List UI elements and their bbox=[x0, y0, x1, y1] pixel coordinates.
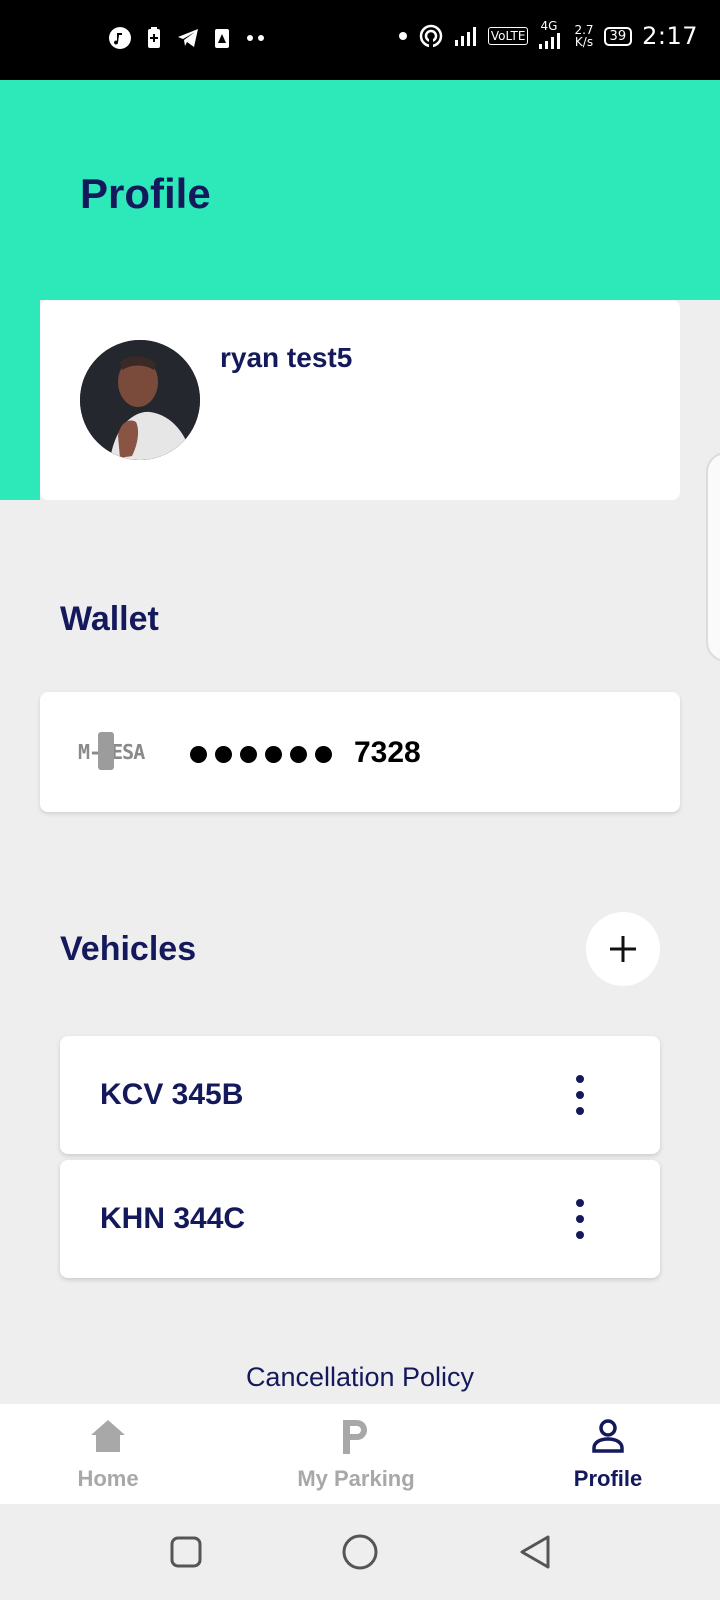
signal-icon bbox=[454, 27, 476, 46]
wallet-card[interactable]: M-PESA 7328 bbox=[40, 692, 680, 812]
mask-dot bbox=[315, 745, 332, 763]
page-title: Profile bbox=[80, 170, 211, 217]
side-drawer-handle[interactable] bbox=[706, 452, 720, 662]
mpesa-logo: M-PESA bbox=[78, 732, 162, 772]
network-speed: 2.7 K/s bbox=[574, 24, 593, 48]
clock: 2:17 bbox=[642, 22, 698, 50]
mask-dot bbox=[215, 745, 232, 763]
parking-icon bbox=[343, 1420, 367, 1454]
system-nav-bar bbox=[0, 1504, 720, 1600]
user-name: ryan test5 bbox=[220, 342, 353, 373]
nav-my-parking-label: My Parking bbox=[297, 1466, 415, 1491]
masked-number-dots bbox=[190, 734, 332, 774]
nav-home-label: Home bbox=[77, 1466, 139, 1491]
back-icon[interactable] bbox=[518, 1534, 552, 1570]
user-icon bbox=[592, 1419, 624, 1453]
wallet-number-suffix: 7328 bbox=[354, 736, 421, 769]
mask-dot bbox=[240, 745, 257, 763]
more-options-icon[interactable] bbox=[568, 1070, 592, 1120]
network-4g: 4G bbox=[538, 19, 564, 50]
status-left-icons bbox=[108, 26, 268, 50]
mask-dot bbox=[190, 745, 207, 763]
lte-badge: VoLTE bbox=[487, 27, 529, 45]
hotspot-icon bbox=[419, 24, 443, 48]
mask-dot bbox=[265, 745, 282, 763]
nav-profile[interactable]: Profile bbox=[550, 1404, 666, 1504]
music-icon bbox=[109, 27, 131, 49]
alert-icon bbox=[215, 29, 229, 48]
more-dots-icon bbox=[247, 35, 264, 41]
signal-icon bbox=[539, 33, 561, 49]
recents-icon[interactable] bbox=[170, 1536, 202, 1568]
profile-card[interactable]: ryan test5 bbox=[40, 300, 680, 500]
add-vehicle-button[interactable] bbox=[586, 912, 660, 986]
plus-icon bbox=[610, 936, 636, 962]
avatar-image bbox=[80, 340, 200, 460]
network-speed-unit: K/s bbox=[574, 35, 594, 49]
vehicle-card[interactable]: KCV 345B bbox=[60, 1036, 660, 1154]
vehicle-card[interactable]: KHN 344C bbox=[60, 1160, 660, 1278]
avatar[interactable] bbox=[80, 340, 200, 460]
cancellation-policy-link[interactable]: Cancellation Policy bbox=[0, 1362, 720, 1393]
status-bar: VoLTE 4G 2.7 K/s 39 2:17 bbox=[0, 0, 720, 80]
nav-profile-label: Profile bbox=[573, 1466, 643, 1491]
bottom-nav: Home My Parking Profile bbox=[0, 1404, 720, 1504]
battery-saver-icon bbox=[148, 27, 160, 48]
network-type: 4G bbox=[540, 19, 558, 33]
nav-my-parking[interactable]: My Parking bbox=[276, 1404, 436, 1504]
nav-home[interactable]: Home bbox=[48, 1404, 168, 1504]
status-right-icons: VoLTE 4G 2.7 K/s 39 2:17 bbox=[398, 19, 698, 50]
more-options-icon[interactable] bbox=[568, 1194, 592, 1244]
vehicles-title: Vehicles bbox=[60, 930, 197, 968]
mask-dot bbox=[290, 745, 307, 763]
vehicle-plate: KCV 345B bbox=[100, 1078, 244, 1111]
battery-indicator: 39 bbox=[603, 26, 633, 46]
home-icon bbox=[91, 1420, 125, 1452]
wallet-title: Wallet bbox=[60, 600, 159, 638]
telegram-icon bbox=[178, 29, 198, 47]
home-circle-icon[interactable] bbox=[342, 1534, 378, 1570]
dot-icon bbox=[398, 32, 407, 40]
vehicle-plate: KHN 344C bbox=[100, 1202, 246, 1235]
mpesa-phone-icon bbox=[98, 732, 114, 770]
